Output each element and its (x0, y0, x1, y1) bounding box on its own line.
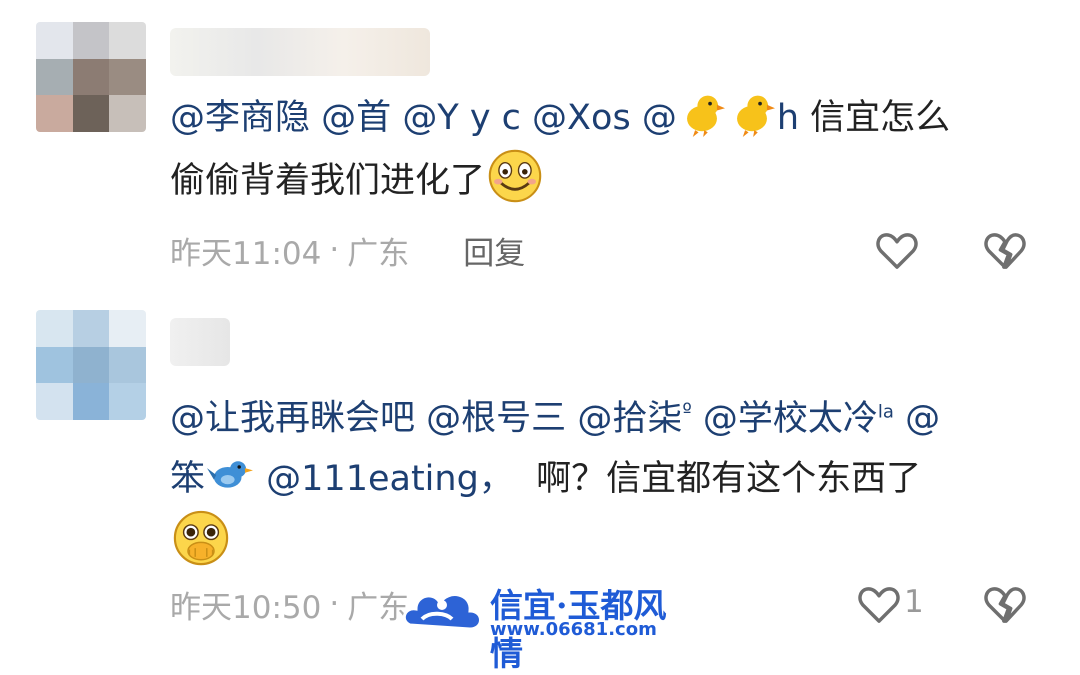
avatar[interactable] (36, 22, 146, 132)
mention[interactable]: @拾柒º (577, 398, 691, 439)
mention[interactable]: @李商隐 (170, 98, 310, 138)
avatar[interactable] (36, 310, 146, 420)
comment-meta: 昨天11:04 · 广东 回复 (170, 226, 525, 274)
comment-body: 啊？信宜都有这个东西了 (536, 458, 922, 499)
watermark-url: www.06681.com (490, 619, 657, 640)
like-count: 1 (904, 584, 924, 620)
username-blurred[interactable] (170, 28, 430, 76)
mention[interactable]: @111eating， (266, 459, 514, 499)
mention[interactable]: @让我再眯会吧 (170, 399, 415, 439)
broken-heart-icon[interactable] (982, 228, 1028, 274)
smile-emoji-icon (488, 149, 542, 203)
watermark: 信宜·玉都风情 www.06681.com (400, 575, 690, 673)
mention[interactable]: @ (905, 399, 940, 439)
timestamp: 昨天11:04 (170, 235, 322, 272)
comment-body: 信宜怎么 (810, 98, 951, 138)
bird-icon (207, 460, 254, 488)
comment-meta: 昨天10:50 · 广东 (170, 580, 409, 628)
mention[interactable]: @Y y c (402, 98, 521, 138)
broken-heart-icon[interactable] (982, 582, 1028, 628)
chick-icon (736, 95, 775, 137)
heart-icon[interactable] (874, 228, 920, 274)
comment-body: 偷偷背着我们进化了 (170, 161, 486, 201)
comment-text: @李商隐 @首 @Y y c @Xos @ h 信宜怎么 偷偷背着我们进化了 (170, 88, 1050, 211)
pleading-face-icon (173, 510, 229, 565)
comment-text: @让我再眯会吧 @根号三 @拾柒º @学校太冷la @ 笨 @111eating… (170, 380, 1050, 576)
heart-icon[interactable] (856, 582, 902, 628)
mention[interactable]: @Xos (532, 98, 631, 138)
mention[interactable]: @根号三 (426, 399, 566, 439)
cloud-logo-icon (402, 593, 482, 631)
location: 广东 (347, 235, 410, 272)
chick-icon (686, 95, 725, 137)
timestamp: 昨天10:50 (170, 589, 322, 626)
separator-dot: · (329, 232, 340, 268)
mention[interactable]: @首 (321, 98, 391, 138)
mention[interactable]: 笨 (170, 459, 255, 499)
mention[interactable]: @学校太冷la (703, 399, 894, 439)
separator-dot: · (329, 586, 340, 622)
mention[interactable]: @ h (642, 95, 799, 138)
reply-button[interactable]: 回复 (463, 228, 525, 273)
username-blurred[interactable] (170, 318, 230, 366)
